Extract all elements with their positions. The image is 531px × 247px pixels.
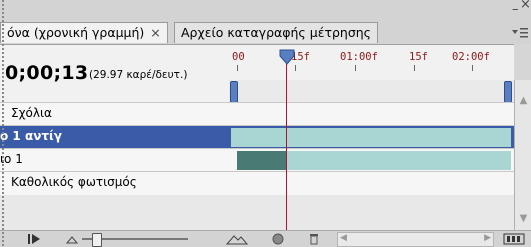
current-timecode[interactable]: 0;00;13: [5, 62, 88, 84]
layer-row-comments[interactable]: Σχόλια: [0, 102, 229, 126]
mountain-small-icon[interactable]: [66, 233, 78, 245]
close-icon[interactable]: ×: [520, 0, 531, 12]
frame-rate-label: (29.97 καρέ/δευτ.): [89, 69, 188, 81]
layer-row-copy[interactable]: ο 1 αντίγ: [0, 125, 229, 149]
filmstrip-icon[interactable]: [503, 233, 525, 245]
tab-timeline-label: όνα (χρονική γραμμή): [7, 25, 145, 40]
tab-close-icon[interactable]: ×: [150, 25, 160, 40]
tab-measurement-log-label: Αρχείο καταγραφής μέτρησης: [181, 25, 372, 40]
tab-timeline[interactable]: όνα (χρονική γραμμή) ×: [0, 22, 168, 43]
track-1[interactable]: [229, 148, 514, 172]
ruler-label: 15f: [409, 51, 428, 63]
ruler-label: 01:00f: [340, 51, 378, 63]
ruler-label: 02:00f: [452, 51, 490, 63]
ruler-tick: [237, 65, 238, 71]
horizontal-scrollbar[interactable]: ◀ ▶: [337, 232, 494, 247]
play-icon[interactable]: [27, 233, 41, 245]
trash-icon[interactable]: [308, 233, 320, 245]
minimize-icon[interactable]: –: [512, 2, 519, 17]
onion-skin-icon[interactable]: [271, 233, 285, 245]
ruler-tick: [295, 65, 296, 71]
layer-row-1[interactable]: ιο 1: [0, 148, 229, 172]
layer-clip-dark[interactable]: [237, 151, 287, 170]
tab-bar: όνα (χρονική γραμμή) × Αρχείο καταγραφής …: [0, 0, 531, 44]
playhead-line: [286, 64, 287, 230]
zoom-slider-thumb[interactable]: [92, 233, 102, 247]
bottom-toolbar: ◀ ▶: [0, 230, 531, 247]
layer-label: Καθολικός φωτισμός: [11, 175, 137, 189]
layer-clip[interactable]: [231, 128, 511, 147]
panel-menu-icon[interactable]: [512, 28, 528, 38]
layer-clip[interactable]: [287, 151, 511, 170]
tab-measurement-log[interactable]: Αρχείο καταγραφής μέτρησης: [174, 22, 379, 43]
layer-label: Σχόλια: [11, 106, 52, 120]
timeline-panel: όνα (χρονική γραμμή) × Αρχείο καταγραφής …: [0, 0, 531, 247]
track-comments[interactable]: [229, 102, 514, 126]
ruler-tick: [472, 65, 473, 71]
timecode-header: 0;00;13 (29.97 καρέ/δευτ.): [0, 44, 229, 103]
work-area-start-handle[interactable]: [230, 81, 238, 103]
work-area-bar[interactable]: [229, 80, 514, 102]
ruler-tick: [355, 65, 356, 71]
work-area-end-handle[interactable]: [504, 81, 512, 103]
scroll-down-icon[interactable]: ▼: [517, 212, 530, 225]
ruler-label: 00: [232, 51, 245, 63]
mountain-large-icon[interactable]: [226, 233, 248, 245]
scroll-up-icon[interactable]: ▲: [517, 94, 530, 107]
scroll-right-icon[interactable]: ▶: [484, 233, 491, 243]
track-copy[interactable]: [229, 125, 514, 149]
time-ruler[interactable]: 00 15f 01:00f 15f 02:00f: [229, 44, 514, 103]
track-global-lighting[interactable]: [229, 171, 514, 195]
scroll-left-icon[interactable]: ◀: [340, 233, 347, 243]
layer-row-global-lighting[interactable]: Καθολικός φωτισμός: [0, 171, 229, 195]
layer-label: ο 1 αντίγ: [0, 129, 62, 143]
ruler-tick: [414, 65, 415, 71]
vertical-scrollbar[interactable]: ▲ ▼: [514, 80, 531, 230]
panel-edge-grip: [2, 0, 4, 246]
playhead-icon[interactable]: [279, 49, 295, 65]
empty-area: [0, 195, 514, 230]
